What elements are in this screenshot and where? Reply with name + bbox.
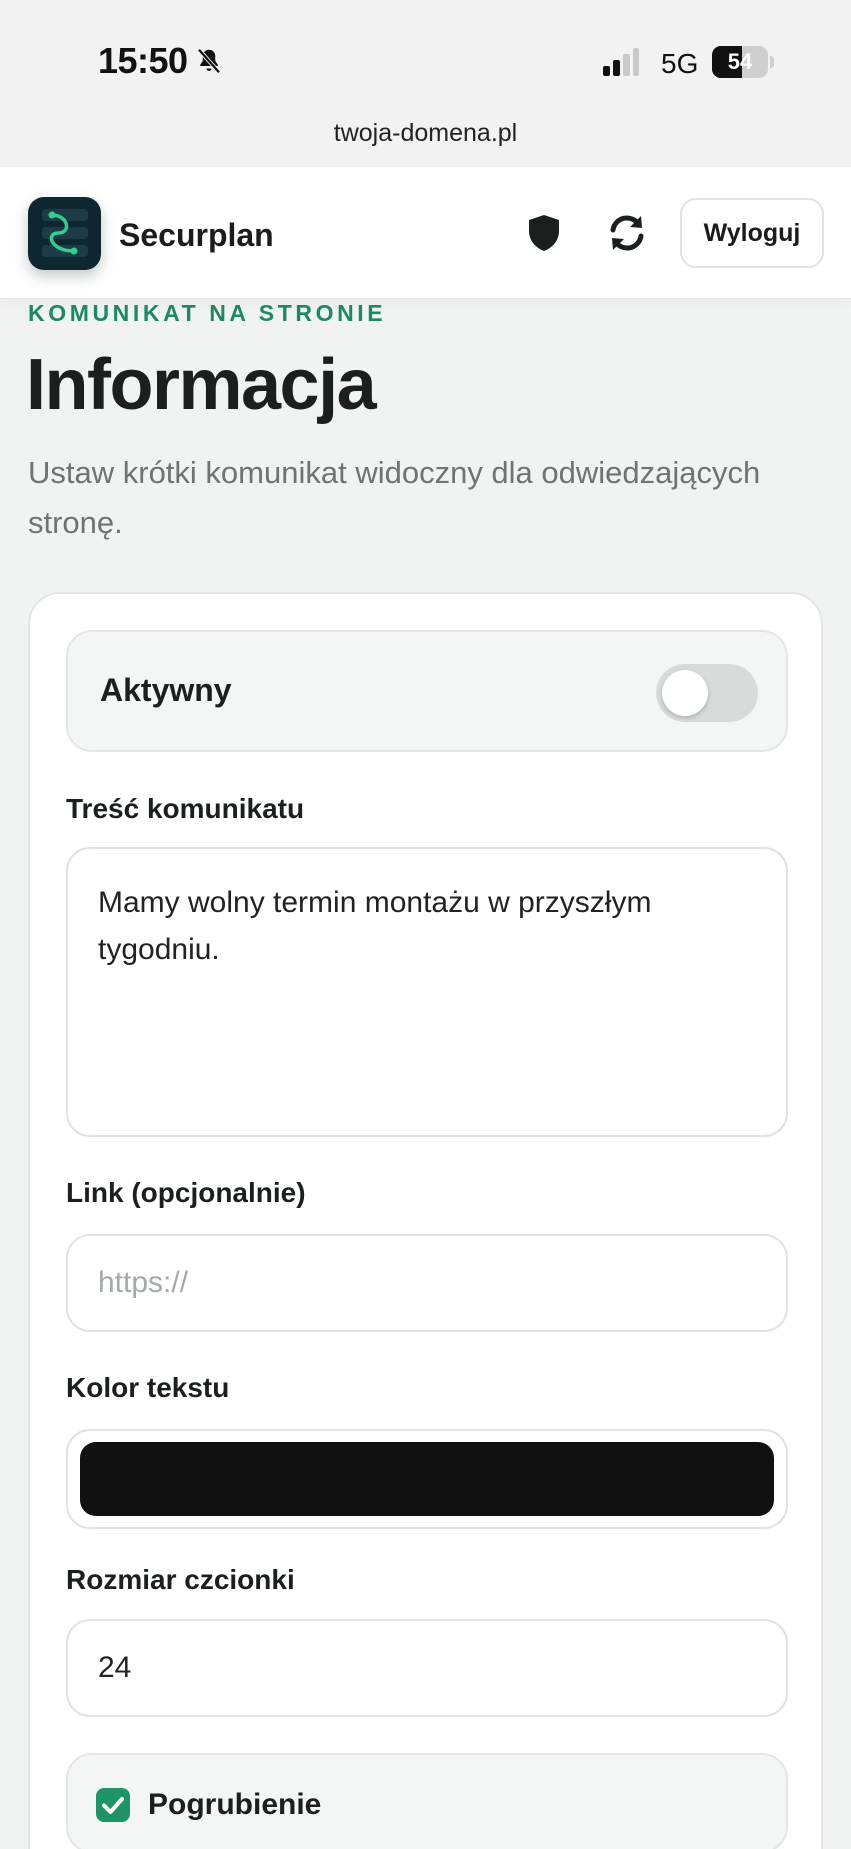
message-textarea[interactable]: [66, 847, 788, 1137]
color-label: Kolor tekstu: [66, 1372, 230, 1403]
app-header: Securplan Wyloguj: [0, 167, 851, 299]
status-time: 15:50: [98, 40, 224, 82]
link-input[interactable]: [66, 1234, 788, 1332]
shield-icon[interactable]: [524, 211, 564, 255]
bell-muted-icon: [197, 48, 221, 74]
message-label: Treść komunikatu: [66, 793, 305, 824]
page-title: Informacja: [26, 345, 377, 425]
link-label: Link (opcjonalnie): [66, 1177, 306, 1208]
logout-button[interactable]: Wyloguj: [680, 198, 824, 268]
page-description: Ustaw krótki komunikat widoczny dla odwi…: [28, 455, 761, 540]
settings-card: Aktywny Treść komunikatu Link (opcjonaln…: [28, 592, 823, 1849]
section-eyebrow: KOMUNIKAT NA STRONIE: [28, 300, 387, 326]
battery-level: 54: [727, 49, 753, 74]
bold-checkbox[interactable]: [96, 1788, 130, 1822]
color-swatch: [80, 1442, 774, 1516]
font-size-label: Rozmiar czcionki: [66, 1564, 295, 1595]
bold-label: Pogrubienie: [148, 1788, 322, 1821]
active-label: Aktywny: [100, 672, 232, 708]
refresh-icon[interactable]: [605, 211, 649, 255]
status-bar: 15:50 5G 54: [0, 0, 851, 115]
app-logo[interactable]: [28, 197, 101, 270]
url-bar[interactable]: twoja-domena.pl: [0, 115, 851, 167]
checkmark-icon: [102, 1797, 124, 1814]
active-toggle[interactable]: [656, 664, 758, 722]
font-size-input[interactable]: [66, 1619, 788, 1717]
logo-icon: [42, 209, 88, 257]
active-toggle-row: Aktywny: [66, 630, 788, 752]
bold-option-row[interactable]: Pogrubienie: [66, 1753, 788, 1849]
network-type: 5G: [661, 48, 699, 79]
cellular-signal-icon: [603, 48, 639, 76]
battery-icon: 54: [712, 46, 774, 78]
brand-name: Securplan: [119, 217, 274, 253]
time-text: 15:50: [98, 40, 188, 81]
text-color-picker[interactable]: [66, 1429, 788, 1529]
toggle-knob: [662, 670, 708, 716]
